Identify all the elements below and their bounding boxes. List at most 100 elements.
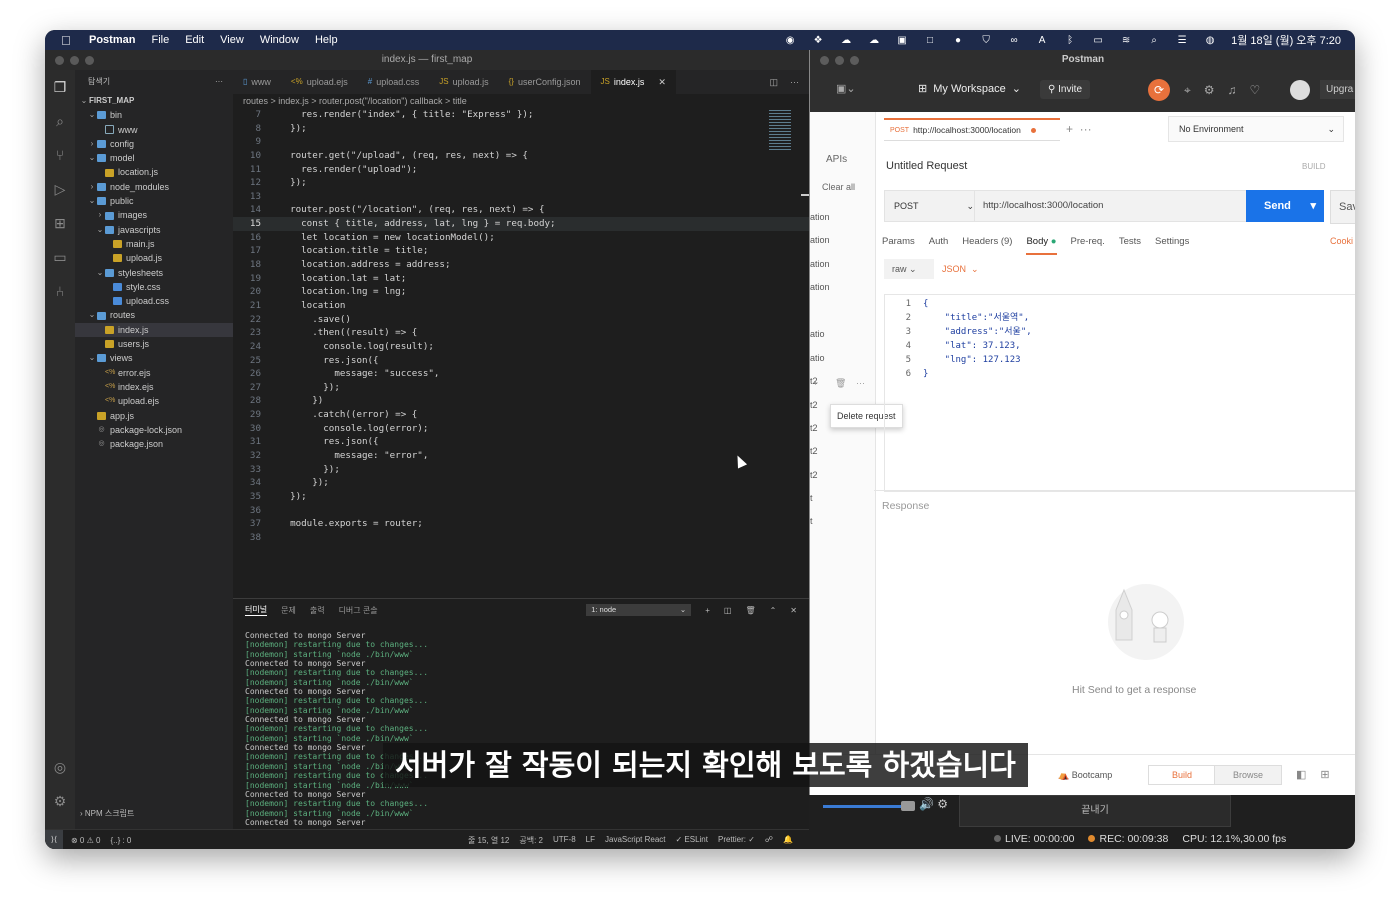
shield-icon[interactable]: ⛉ <box>979 35 993 46</box>
remote-explorer-icon[interactable]: ▭ <box>45 240 75 274</box>
speaker-icon[interactable]: 🔊 ⚙ <box>919 797 948 811</box>
control-center-icon[interactable]: ☰ <box>1175 35 1189 46</box>
request-tab[interactable]: POST http://localhost:3000/location <box>884 118 1060 141</box>
maximize-panel-icon[interactable]: ⌃ <box>770 606 777 615</box>
source-control-icon[interactable]: ⑂ <box>45 138 75 172</box>
editor-tab[interactable]: JS upload.js <box>429 70 498 94</box>
minimap[interactable] <box>769 110 791 150</box>
breadcrumb[interactable]: routes > index.js > router.post("/locati… <box>243 94 467 108</box>
glasses-icon[interactable]: ∞ <box>1007 35 1021 46</box>
tree-item[interactable]: › node_modules <box>75 180 233 194</box>
editor-tab[interactable]: <% upload.ejs <box>281 70 358 94</box>
menu-help[interactable]: Help <box>315 34 338 46</box>
editor-tab[interactable]: # upload.css <box>358 70 429 94</box>
tree-item[interactable]: ⌄ model <box>75 151 233 165</box>
weather-icon[interactable]: ☁ <box>839 35 853 46</box>
code-line[interactable]: 7 res.render("index", { title: "Express"… <box>233 108 809 122</box>
body-line[interactable]: 2 "title":"서울역", <box>885 311 1355 325</box>
apis-tab[interactable]: APIs <box>826 154 847 165</box>
finder-icon[interactable]: ▣ <box>895 35 909 46</box>
search-icon[interactable]: ⌕ <box>45 104 75 138</box>
apple-icon[interactable]:  <box>61 33 77 48</box>
tab-debug-console[interactable]: 디버그 콘솔 <box>339 605 378 616</box>
postman-close-button[interactable] <box>820 56 829 65</box>
send-options-icon[interactable]: ▾ <box>1310 190 1316 222</box>
history-item[interactable]: atio <box>810 353 825 363</box>
code-line[interactable]: 37 module.exports = router; <box>233 517 809 531</box>
new-window-icon[interactable]: ▣⌄ <box>836 82 856 95</box>
dropbox-icon[interactable]: ❖ <box>811 35 825 46</box>
code-line[interactable]: 28 }) <box>233 394 809 408</box>
pull-request-icon[interactable]: ⑃ <box>45 274 75 308</box>
bell-icon[interactable]: ♫ <box>1228 83 1237 98</box>
avatar[interactable] <box>1290 80 1310 100</box>
close-window-button[interactable] <box>55 56 64 65</box>
code-line[interactable]: 34 }); <box>233 476 809 490</box>
tree-item[interactable]: ⌄ public <box>75 194 233 208</box>
tree-item[interactable]: upload.css <box>75 294 233 308</box>
feedback-icon[interactable]: ☍ <box>765 835 773 846</box>
tree-item[interactable]: location.js <box>75 165 233 179</box>
tab-terminal[interactable]: 터미널 <box>245 604 268 616</box>
url-input[interactable]: http://localhost:3000/location <box>974 190 1248 222</box>
code-line[interactable]: 29 .catch((error) => { <box>233 408 809 422</box>
history-item[interactable]: ation <box>810 282 830 292</box>
code-line[interactable]: 25 res.json({ <box>233 354 809 368</box>
tab-tests[interactable]: Tests <box>1119 236 1141 255</box>
siri-icon[interactable]: ◍ <box>1203 35 1217 46</box>
history-item[interactable]: ation <box>810 259 830 269</box>
request-title[interactable]: Untitled Request <box>886 160 967 172</box>
code-line[interactable]: 10 router.get("/upload", (req, res, next… <box>233 149 809 163</box>
code-line[interactable]: 17 location.title = title; <box>233 244 809 258</box>
code-line[interactable]: 13 <box>233 190 809 204</box>
code-line[interactable]: 21 location <box>233 299 809 313</box>
trash-icon[interactable]: 🗑 <box>745 606 755 615</box>
history-item[interactable]: ation <box>810 235 830 245</box>
terminal-output[interactable]: Connected to mongo Server [nodemon] resta… <box>233 621 809 837</box>
language-mode[interactable]: JavaScript React <box>605 835 665 846</box>
minimize-window-button[interactable] <box>70 56 79 65</box>
eslint-status[interactable]: ✓ ESLint <box>675 835 708 846</box>
account-icon[interactable]: ◎ <box>45 750 75 784</box>
code-line[interactable]: 35 }); <box>233 490 809 504</box>
bell-icon[interactable]: 🔔 <box>783 835 793 846</box>
tree-item[interactable]: index.js <box>75 322 233 338</box>
satellite-icon[interactable]: ⌖ <box>1184 83 1191 98</box>
volume-slider[interactable] <box>823 805 913 808</box>
close-tab-icon[interactable]: ✕ <box>658 70 666 94</box>
build-mode-button[interactable]: Build <box>1148 765 1216 785</box>
split-editor-icon[interactable]: ◫ <box>769 70 778 94</box>
history-item[interactable]: t <box>810 516 813 526</box>
input-source-icon[interactable]: A <box>1035 35 1049 46</box>
clear-all-button[interactable]: Clear all <box>822 182 855 192</box>
cursor-position[interactable]: 줄 15, 열 12 <box>468 835 509 846</box>
problems-status[interactable]: ⊗ 0 ⚠ 0 <box>71 836 100 845</box>
save-button[interactable]: Sav <box>1330 190 1355 224</box>
two-pane-icon[interactable]: ◧ <box>1296 768 1306 781</box>
code-line[interactable]: 14 router.post("/location", (req, res, n… <box>233 203 809 217</box>
extensions-icon[interactable]: ⊞ <box>45 206 75 240</box>
tree-item[interactable]: <% index.ejs <box>75 380 233 394</box>
explorer-icon[interactable]: ❐ <box>45 70 75 104</box>
code-line[interactable]: 12 }); <box>233 176 809 190</box>
tab-auth[interactable]: Auth <box>929 236 949 255</box>
tree-item[interactable]: app.js <box>75 409 233 423</box>
battery-icon[interactable]: ▭ <box>1091 35 1105 46</box>
search-icon[interactable]: ⌕ <box>1147 35 1161 46</box>
zoom-window-button[interactable] <box>85 56 94 65</box>
window-icon[interactable]: □ <box>923 35 937 46</box>
tree-item[interactable]: upload.js <box>75 251 233 265</box>
menubar-clock[interactable]: 1월 18일 (월) 오후 7:20 <box>1231 32 1341 48</box>
more-icon[interactable]: ··· <box>856 378 865 388</box>
history-item[interactable]: t2 <box>810 446 818 456</box>
body-line[interactable]: 5 "lng": 127.123 <box>885 353 1355 367</box>
more-actions-icon[interactable]: ··· <box>215 70 223 94</box>
send-button[interactable]: Send ▾ <box>1246 190 1324 222</box>
code-line[interactable]: 38 <box>233 531 809 545</box>
code-line[interactable]: 9 <box>233 135 809 149</box>
workspace-switcher[interactable]: ⊞ My Workspace ⌄ <box>918 82 1021 96</box>
brackets-status[interactable]: {..} : 0 <box>110 836 131 845</box>
code-line[interactable]: 20 location.lng = lng; <box>233 285 809 299</box>
menu-view[interactable]: View <box>220 34 244 46</box>
bluetooth-icon[interactable]: ᛒ <box>1063 35 1077 46</box>
